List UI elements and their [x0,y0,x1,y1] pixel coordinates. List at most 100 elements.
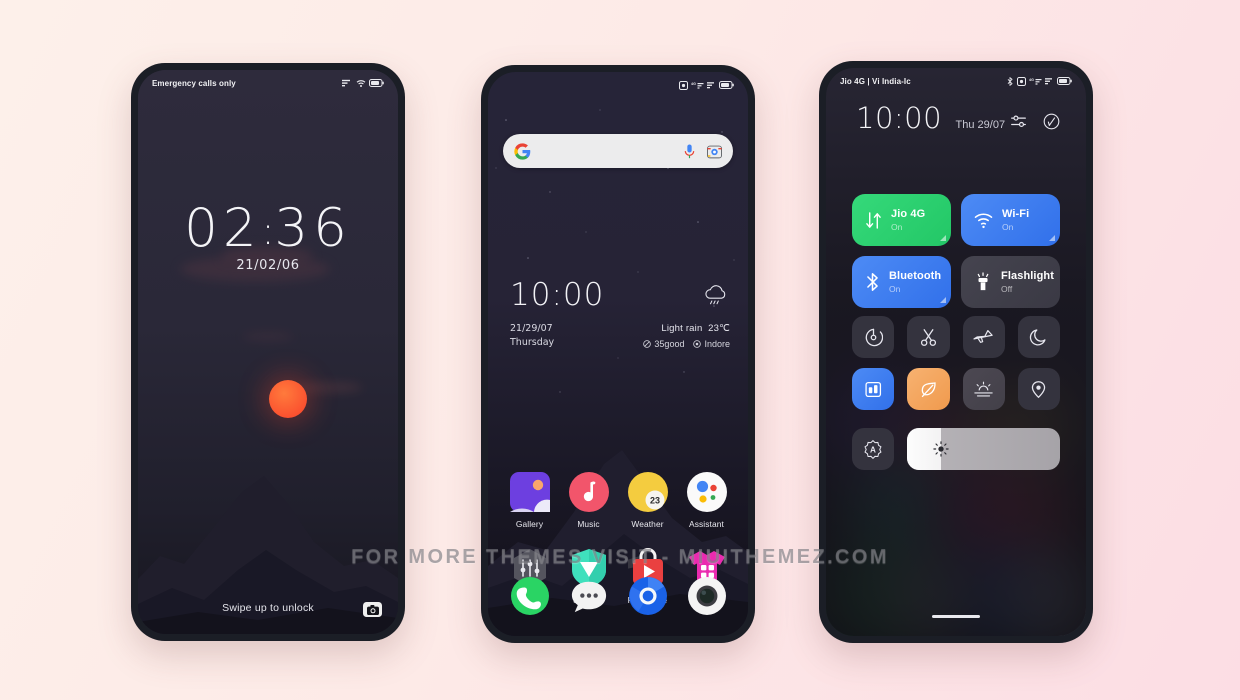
svg-text:A: A [870,446,876,455]
mountain-silhouette [138,476,398,634]
tile-text: Bluetooth On [889,270,941,294]
dock-phone[interactable] [500,576,559,616]
edit-icon[interactable] [1043,113,1060,130]
clock-minutes: 36 [274,198,352,259]
auto-brightness-icon: A [864,439,882,459]
expand-corner-icon[interactable] [940,297,946,303]
toggle-cast-screen[interactable] [852,368,895,410]
tile-text: Wi-Fi On [1002,208,1029,232]
toggle-sunrise-brightness[interactable] [962,368,1005,410]
toggle-sound-vibrate[interactable] [852,316,895,358]
tile-flashlight[interactable]: Flashlight Off [961,256,1060,308]
svg-text:4G: 4G [691,82,696,86]
cc-time: 10:00 [856,101,943,135]
tile-label: Jio 4G [891,208,926,220]
settings-sliders-icon[interactable] [1010,113,1027,130]
app-weather[interactable]: 23 Weather [618,472,677,529]
browser-icon [628,576,668,616]
tile-label: Bluetooth [889,270,942,282]
camera-shortcut-button[interactable] [363,602,382,617]
toggle-airplane-mode[interactable] [962,316,1005,358]
tile-jio-4g[interactable]: Jio 4G On [852,194,951,246]
home-indicator[interactable] [932,614,980,618]
carrier-label: Emergency calls only [152,78,236,88]
clock-weather-widget[interactable]: 10:00 21/29/07 Thursday Light rain 23℃ 3… [510,280,730,351]
dock-camera[interactable] [677,576,736,616]
header-actions [1010,113,1060,133]
quick-setting-tiles: Jio 4G On Wi-Fi On Bluetooth On Flashlig… [852,194,1060,308]
tile-label: Wi-Fi [1002,208,1030,220]
wifi-icon [356,79,366,87]
aqi-icon [643,340,652,348]
battery-icon [369,79,384,87]
brightness-slider[interactable] [907,428,1060,470]
google-search-bar[interactable] [503,134,733,168]
widget-date-value: 21/29/07 [510,323,553,334]
tile-bluetooth[interactable]: Bluetooth On [852,256,951,308]
location-pin-icon [693,340,702,348]
svg-text:4G: 4G [1029,78,1034,82]
airplane-icon [973,329,993,343]
app-assistant[interactable]: Assistant [677,472,736,529]
google-g-icon [514,142,531,160]
dock-messages[interactable] [559,576,618,616]
eye-care-leaf-icon [921,381,936,397]
toggle-do-not-disturb[interactable] [1017,316,1060,358]
tile-text: Flashlight Off [1001,270,1054,294]
screenshot-icon [679,80,688,90]
camera-app-icon [687,576,727,616]
flashlight-icon [977,272,989,291]
homescreen[interactable]: 4G 10:00 21/29/07 Thursday Light rain 23… [488,72,748,636]
aqi-value-group: 35good [643,339,684,349]
signal-4g-icon: 4G [1029,78,1042,85]
app-label: Assistant [689,519,724,529]
clock-hours: 02 [184,198,262,259]
quick-toggle-grid [852,316,1060,410]
rain-cloud-icon [705,285,726,305]
weather-temperature: 23℃ [708,323,730,334]
signal-icon [707,81,714,88]
dock [500,576,736,616]
signal-4g-icon: 4G [691,82,704,89]
microphone-icon[interactable] [683,144,696,159]
weather-badge: 23 [649,496,659,506]
toggle-screenshot[interactable] [907,316,950,358]
homescreen-status-bar: 4G [488,72,748,98]
app-label: Weather [631,519,664,529]
app-label: Gallery [515,519,544,529]
cast-screen-icon [865,381,881,397]
phone-icon [510,576,550,616]
weather-condition: Light rain [661,323,703,334]
location-pin-icon [1032,380,1046,398]
bluetooth-icon [867,273,878,291]
sound-vibrate-icon [865,328,883,346]
app-gallery[interactable]: Gallery [500,472,559,529]
status-icons: 4G [1006,76,1072,86]
toggle-eye-care[interactable] [907,368,950,410]
app-label: Music [577,519,600,529]
camera-icon [366,604,379,615]
aqi-value: 35good [654,339,685,349]
tile-state: On [889,284,901,294]
expand-corner-icon[interactable] [940,235,946,241]
control-center[interactable]: Jio 4G | Vi India-Ic 4G 10:00 Thu 29/07 … [826,68,1086,636]
lockscreen[interactable]: Emergency calls only 02:36 21/02/06 Swip… [138,70,398,634]
expand-corner-icon[interactable] [1049,235,1055,241]
google-lens-icon[interactable] [707,144,722,159]
app-row-1: Gallery Music 23 Weather Assistant [500,472,736,529]
dock-browser[interactable] [618,576,677,616]
weather-condition-line: Light rain 23℃ [643,323,730,334]
toggle-location[interactable] [1017,368,1060,410]
sunrise-icon [974,381,993,396]
widget-left: 10:00 21/29/07 Thursday [510,280,604,351]
music-icon [568,472,609,512]
scissors-icon [920,328,936,346]
cc-day: Thu 29/07 [955,119,1006,131]
battery-icon [1057,77,1072,85]
app-music[interactable]: Music [559,472,618,529]
auto-brightness-button[interactable]: A [852,428,894,470]
tile-wifi[interactable]: Wi-Fi On [961,194,1060,246]
bluetooth-icon [1007,76,1013,86]
carrier-label: Jio 4G | Vi India-Ic [840,76,911,86]
lockscreen-date: 21/02/06 [236,258,300,273]
